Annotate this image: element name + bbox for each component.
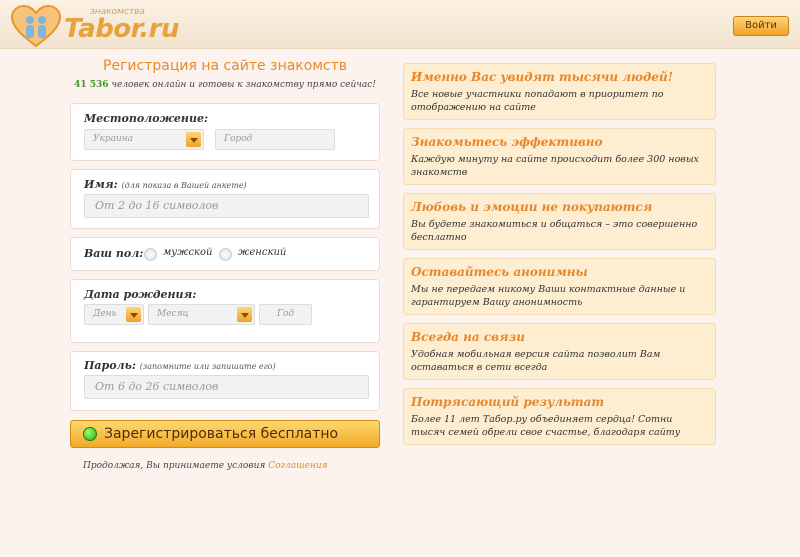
location-card: Местоположение: Украина Город <box>70 103 380 161</box>
chevron-down-icon <box>186 132 201 147</box>
benefit-item: Именно Вас увидят тысячи людей! Все новы… <box>403 63 716 120</box>
name-card: Имя: (для показа в Вашей анкете) От 2 до… <box>70 169 380 229</box>
heart-logo-icon <box>10 4 62 48</box>
password-label: Пароль: (запомните или запишите его) <box>84 359 276 372</box>
login-button[interactable]: Войти <box>733 16 789 36</box>
benefit-text: Все новые участники попадают в приоритет… <box>411 89 664 113</box>
country-select[interactable]: Украина <box>84 129 204 150</box>
register-button[interactable]: Зарегистрироваться бесплатно <box>70 420 380 448</box>
benefit-title: Любовь и эмоции не покупаются <box>411 200 653 214</box>
location-label: Местоположение: <box>84 112 209 125</box>
day-select[interactable]: День <box>84 304 144 325</box>
logo-text: Tabor.ru <box>64 14 180 44</box>
day-value: День <box>93 309 117 319</box>
password-placeholder: От 6 до 26 символов <box>95 380 219 393</box>
benefit-text: Мы не передаем никому Ваши контактные да… <box>411 284 686 308</box>
benefit-text: Более 11 лет Табор.ру объединяет сердца!… <box>411 414 681 438</box>
male-radio[interactable] <box>144 248 157 261</box>
chevron-down-icon <box>237 307 252 322</box>
logo[interactable]: знакомства Tabor.ru <box>10 4 190 48</box>
benefit-title: Оставайтесь анонимны <box>411 265 588 279</box>
benefit-text: Вы будете знакомиться и общаться – это с… <box>411 219 698 243</box>
benefit-title: Всегда на связи <box>411 330 525 344</box>
register-button-label: Зарегистрироваться бесплатно <box>104 426 339 442</box>
city-placeholder: Город <box>224 134 253 144</box>
birthdate-label: Дата рождения: <box>84 288 197 301</box>
name-hint: (для показа в Вашей анкете) <box>121 181 247 190</box>
password-card: Пароль: (запомните или запишите его) От … <box>70 351 380 411</box>
online-count: 41 536 <box>74 80 109 90</box>
password-input[interactable]: От 6 до 26 символов <box>84 375 369 399</box>
benefit-text: Удобная мобильная версия сайта позволит … <box>411 349 661 373</box>
gender-card: Ваш пол: мужской женский <box>70 237 380 271</box>
terms-notice: Продолжая, Вы принимаете условия Соглаше… <box>83 461 328 471</box>
terms-link[interactable]: Соглашения <box>268 461 327 471</box>
green-dot-icon <box>83 427 97 441</box>
name-input[interactable]: От 2 до 16 символов <box>84 194 369 218</box>
name-label: Имя: (для показа в Вашей анкете) <box>84 178 247 191</box>
country-value: Украина <box>93 134 134 144</box>
online-info: 41 536 человек онлайн и готовы к знакомс… <box>70 80 380 90</box>
month-value: Месяц <box>157 309 189 319</box>
benefit-text: Каждую минуту на сайте происходит более … <box>411 154 699 178</box>
year-input[interactable]: Год <box>259 304 312 325</box>
password-label-text: Пароль: <box>84 359 136 372</box>
benefit-item: Всегда на связи Удобная мобильная версия… <box>403 323 716 380</box>
year-placeholder: Год <box>277 309 295 319</box>
benefit-item: Оставайтесь анонимны Мы не передаем нико… <box>403 258 716 315</box>
birthdate-card: Дата рождения: День Месяц Год <box>70 279 380 343</box>
male-label[interactable]: мужской <box>163 247 213 258</box>
registration-title: Регистрация на сайте знакомств <box>103 58 347 74</box>
chevron-down-icon <box>126 307 141 322</box>
benefit-item: Потрясающий результат Более 11 лет Табор… <box>403 388 716 445</box>
month-select[interactable]: Месяц <box>148 304 255 325</box>
header: знакомства Tabor.ru Войти <box>0 0 800 49</box>
benefit-title: Потрясающий результат <box>411 395 605 409</box>
name-placeholder: От 2 до 16 символов <box>95 199 219 212</box>
benefit-item: Знакомьтесь эффективно Каждую минуту на … <box>403 128 716 185</box>
gender-label: Ваш пол: <box>84 247 144 260</box>
name-label-text: Имя: <box>84 178 118 191</box>
terms-text: Продолжая, Вы принимаете условия <box>83 461 266 471</box>
benefit-item: Любовь и эмоции не покупаются Вы будете … <box>403 193 716 250</box>
benefit-title: Именно Вас увидят тысячи людей! <box>411 70 674 84</box>
female-radio[interactable] <box>219 248 232 261</box>
female-label[interactable]: женский <box>238 247 286 258</box>
benefit-title: Знакомьтесь эффективно <box>411 135 603 149</box>
online-text: человек онлайн и готовы к знакомству пря… <box>111 80 376 90</box>
password-hint: (запомните или запишите его) <box>139 362 276 371</box>
city-input[interactable]: Город <box>215 129 335 150</box>
